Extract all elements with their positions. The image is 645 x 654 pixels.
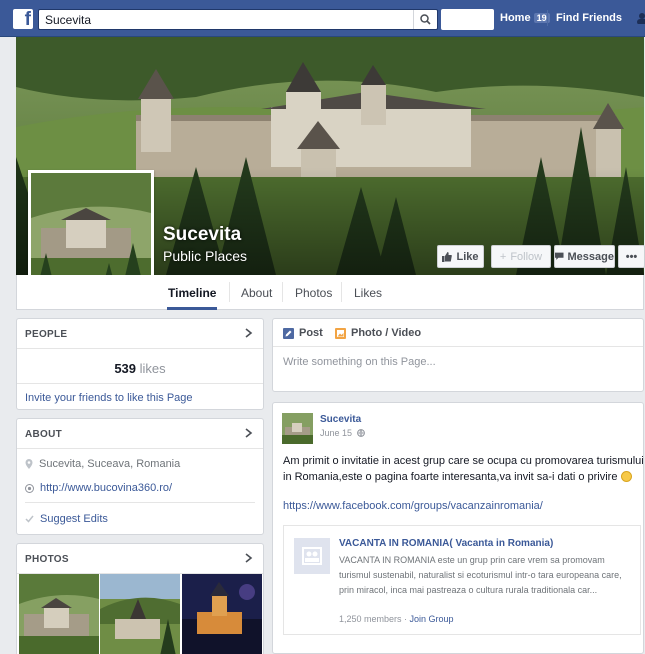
composer-card: Post Photo / Video Write something on th… (272, 318, 644, 392)
tab-divider (282, 282, 283, 302)
group-description: VACANTA IN ROMANIA este un grup prin car… (339, 555, 622, 595)
post-text: Am primit o invitatie in acest grup care… (283, 455, 644, 483)
page-title: Sucevita (163, 224, 242, 245)
group-title-link[interactable]: VACANTA IN ROMANIA( Vacanta in Romania) (339, 538, 553, 549)
suggest-edits-link[interactable]: Suggest Edits (25, 513, 108, 525)
post-card: Sucevita June 15 Am primit o invitatie i… (272, 402, 644, 654)
smiley-emoji-icon (620, 471, 632, 482)
tab-photos[interactable]: Photos (295, 286, 332, 300)
chevron-right-icon[interactable] (245, 328, 253, 338)
globe-icon (356, 429, 365, 437)
search-button[interactable] (413, 10, 437, 29)
invite-friends-link[interactable]: Invite your friends to like this Page (17, 383, 263, 412)
globe-icon (25, 483, 34, 493)
photo-thumbnail[interactable] (100, 574, 180, 654)
tab-about[interactable]: About (241, 286, 272, 300)
chevron-right-icon[interactable] (245, 428, 253, 438)
nav-divider (547, 10, 548, 26)
search-box (38, 9, 438, 30)
more-icon: ••• (625, 250, 638, 263)
page-tabs: Timeline About Photos Likes (16, 275, 644, 310)
tab-divider (341, 282, 342, 302)
composer-input[interactable]: Write something on this Page... (283, 356, 436, 368)
about-website[interactable]: http://www.bucovina360.ro/ (25, 482, 172, 494)
photo-thumbnail[interactable] (182, 574, 262, 654)
page-category[interactable]: Public Places (163, 248, 247, 264)
join-group-link[interactable]: Join Group (410, 614, 454, 624)
tab-likes[interactable]: Likes (354, 286, 382, 300)
photos-card: PHOTOS (16, 543, 264, 654)
people-card-title[interactable]: PEOPLE (25, 329, 67, 340)
photo-video-tab[interactable]: Photo / Video (335, 327, 421, 339)
location-pin-icon (25, 459, 33, 469)
group-member-count: 1,250 members (339, 614, 402, 624)
active-tab-indicator (167, 307, 217, 310)
about-divider (25, 502, 255, 503)
like-button[interactable]: Like (437, 245, 484, 268)
profile-shortcut[interactable] (441, 9, 494, 30)
pencil-icon (283, 327, 294, 339)
photo-icon (335, 327, 346, 339)
likes-count[interactable]: 539 likes (17, 349, 263, 383)
top-navigation-bar: f Home19 Find Friends (0, 0, 645, 37)
plus-icon: + (499, 250, 507, 263)
thumbs-up-icon (442, 251, 453, 262)
find-friends-link[interactable]: Find Friends (556, 12, 622, 24)
tab-divider (229, 282, 230, 302)
chevron-right-icon[interactable] (245, 553, 253, 563)
about-card-title[interactable]: ABOUT (25, 429, 62, 440)
photos-card-title[interactable]: PHOTOS (25, 554, 69, 565)
photo-thumbnail[interactable] (19, 574, 99, 654)
facebook-logo-icon[interactable]: f (13, 9, 33, 30)
search-icon (420, 14, 431, 25)
friend-requests-icon[interactable] (635, 12, 645, 24)
post-date[interactable]: June 15 (320, 428, 365, 438)
check-icon (25, 515, 34, 523)
home-link[interactable]: Home 19 (500, 12, 550, 24)
tab-timeline[interactable]: Timeline (168, 286, 216, 300)
follow-button[interactable]: + Follow (491, 245, 551, 268)
post-link[interactable]: https://www.facebook.com/groups/vacanzai… (283, 500, 543, 512)
message-icon (555, 252, 564, 260)
search-input[interactable] (39, 10, 409, 29)
post-tab[interactable]: Post (283, 327, 323, 339)
message-button[interactable]: Message (554, 245, 615, 268)
shared-group-preview[interactable]: VACANTA IN ROMANIA( Vacanta in Romania) … (283, 525, 641, 635)
group-icon (294, 538, 330, 574)
group-meta: 1,250 members · Join Group (339, 614, 454, 624)
people-card: PEOPLE 539 likes Invite your friends to … (16, 318, 264, 410)
about-location: Sucevita, Suceava, Romania (25, 458, 180, 470)
post-author-name[interactable]: Sucevita (320, 414, 361, 425)
post-author-avatar[interactable] (282, 413, 313, 444)
more-options-button[interactable]: ••• (618, 245, 645, 268)
about-card: ABOUT Sucevita, Suceava, Romania http://… (16, 418, 264, 535)
